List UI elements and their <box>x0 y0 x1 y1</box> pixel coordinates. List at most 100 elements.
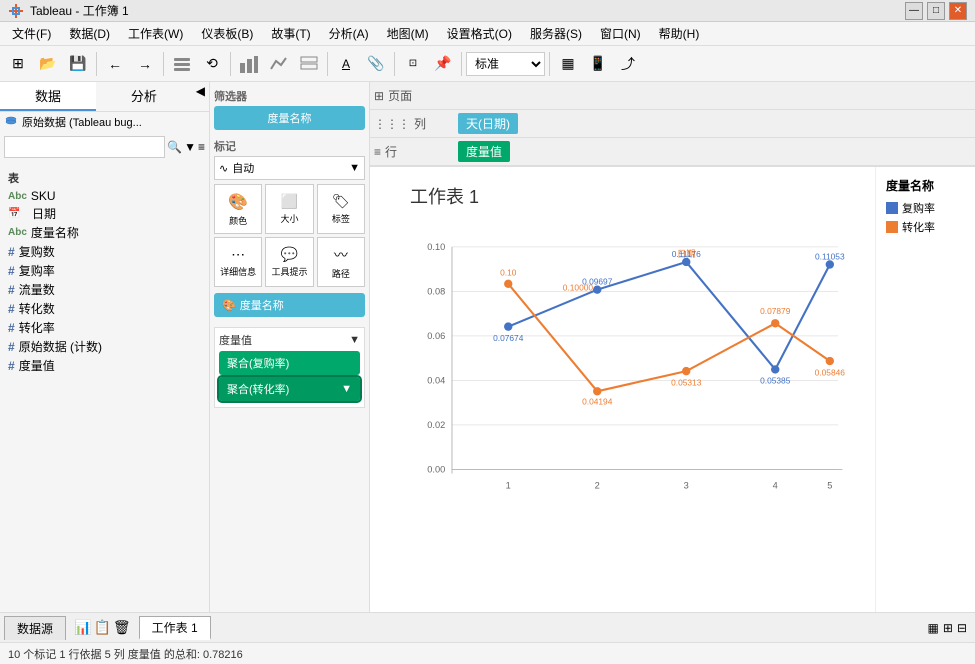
menu-server[interactable]: 服务器(S) <box>522 23 590 44</box>
menu-analysis[interactable]: 分析(A) <box>321 23 377 44</box>
marks-label-btn[interactable]: 🏷 标签 <box>317 184 365 234</box>
point-conversion-3[interactable] <box>682 367 690 375</box>
rows-label-area: ≡ 行 <box>374 143 454 160</box>
bottom-icon-3[interactable]: ⊟ <box>957 621 967 635</box>
tab-worksheet1[interactable]: 工作表 1 <box>139 616 211 640</box>
legend-item-conversion[interactable]: 转化率 <box>886 219 965 235</box>
marks-size-btn[interactable]: ⬜ 大小 <box>265 184 313 234</box>
field-traffic[interactable]: # 流量数 <box>8 280 201 299</box>
field-measure-name[interactable]: Abc 度量名称 <box>8 223 201 242</box>
legend-item-repurchase[interactable]: 复购率 <box>886 200 965 216</box>
degree-chip-repurchase[interactable]: 聚合(复购率) <box>219 351 360 375</box>
filter-section-title: 筛选器 <box>214 88 365 104</box>
point-repurchase-1[interactable] <box>504 322 512 330</box>
device-btn[interactable]: 📱 <box>584 50 612 78</box>
menu-story[interactable]: 故事(T) <box>263 23 318 44</box>
marks-color-btn[interactable]: 🎨 颜色 <box>214 184 262 234</box>
svg-text:0.02: 0.02 <box>427 420 445 430</box>
minimize-button[interactable]: — <box>905 2 923 20</box>
point-conversion-2[interactable] <box>593 387 601 395</box>
field-sku[interactable]: Abc SKU <box>8 188 201 204</box>
pin-button[interactable]: 📌 <box>429 50 457 78</box>
search-area: 🔍 ▼ ≡ <box>0 132 209 162</box>
bottom-icon-1[interactable]: ▦ <box>928 621 939 635</box>
fit-button[interactable]: ⊡ <box>399 50 427 78</box>
menu-data[interactable]: 数据(D) <box>61 23 118 44</box>
filter-chip-measure-name[interactable]: 度量名称 <box>214 106 365 130</box>
chart-container: 工作表 1 0.10 0.08 0. <box>370 167 975 612</box>
marks-path-btn[interactable]: 〰 路径 <box>317 237 365 287</box>
rows-chip[interactable]: 度量值 <box>458 141 510 162</box>
field-label: 转化数 <box>19 300 55 317</box>
degree-chip-conversion[interactable]: 聚合(转化率) ▼ <box>219 377 360 401</box>
point-repurchase-2[interactable] <box>593 285 601 293</box>
marks-tooltip-btn[interactable]: 💬 工具提示 <box>265 237 313 287</box>
columns-chip[interactable]: 天(日期) <box>458 113 518 134</box>
field-raw-count[interactable]: # 原始数据 (计数) <box>8 337 201 356</box>
point-conversion-4[interactable] <box>771 319 779 327</box>
window-controls: — □ ✕ <box>905 2 967 20</box>
back-button[interactable]: ← <box>101 50 129 78</box>
share-btn[interactable]: ⤴ <box>614 50 642 78</box>
duplicate-sheet-icon[interactable]: 📋 <box>93 619 110 636</box>
close-button[interactable]: ✕ <box>949 2 967 20</box>
degree-expand-icon[interactable]: ▼ <box>349 334 360 346</box>
svg-text:1: 1 <box>506 481 511 491</box>
menu-file[interactable]: 文件(F) <box>4 23 59 44</box>
menu-worksheet[interactable]: 工作表(W) <box>120 23 191 44</box>
restore-button[interactable]: □ <box>927 2 945 20</box>
highlight-button[interactable]: A <box>332 50 360 78</box>
tab-data[interactable]: 数据 <box>0 82 96 111</box>
open-button[interactable]: 📂 <box>34 50 62 78</box>
field-measure-value[interactable]: # 度量值 <box>8 356 201 375</box>
delete-sheet-icon[interactable]: 🗑 <box>113 619 131 636</box>
menu-map[interactable]: 地图(M) <box>379 23 437 44</box>
tab-analysis[interactable]: 分析 <box>96 82 192 111</box>
path-label: 路径 <box>332 267 350 280</box>
datasource-tab-label: 数据源 <box>17 620 53 637</box>
legend-color-repurchase <box>886 202 898 214</box>
point-conversion-1[interactable] <box>504 280 512 288</box>
tab-datasource[interactable]: 数据源 <box>4 616 66 640</box>
point-repurchase-4[interactable] <box>771 365 779 373</box>
point-repurchase-3[interactable] <box>682 258 690 266</box>
field-conversion-rate[interactable]: # 转化率 <box>8 318 201 337</box>
filter-icon[interactable]: ▼ <box>184 140 196 154</box>
marks-detail-btn[interactable]: ⋯ 详细信息 <box>214 237 262 287</box>
dashboard-btn[interactable]: ▦ <box>554 50 582 78</box>
menu-window[interactable]: 窗口(N) <box>592 23 649 44</box>
collapse-left-btn[interactable]: ◀ <box>192 82 209 111</box>
forward-button[interactable]: → <box>131 50 159 78</box>
format-button[interactable]: 📎 <box>362 50 390 78</box>
table-button[interactable] <box>295 50 323 78</box>
menu-help[interactable]: 帮助(H) <box>651 23 708 44</box>
field-repurchase-count[interactable]: # 复购数 <box>8 242 201 261</box>
layout-icon[interactable]: ≡ <box>198 140 205 154</box>
menu-format[interactable]: 设置格式(O) <box>439 23 520 44</box>
show-me-button[interactable] <box>265 50 293 78</box>
new-button[interactable]: ⊞ <box>4 50 32 78</box>
view-dropdown[interactable]: 标准 整个视图 <box>466 52 545 76</box>
marks-type-dropdown[interactable]: ∿ 自动 ▼ <box>214 156 365 180</box>
bar-chart-button[interactable] <box>235 50 263 78</box>
field-label: 复购率 <box>19 262 55 279</box>
field-date[interactable]: 📅 日期 <box>8 204 201 223</box>
field-repurchase-rate[interactable]: # 复购率 <box>8 261 201 280</box>
datasource-button[interactable] <box>168 50 196 78</box>
field-conversion-count[interactable]: # 转化数 <box>8 299 201 318</box>
marks-measure-chip[interactable]: 🎨 度量名称 <box>214 293 365 317</box>
columns-shelf-row: ⋮⋮⋮ 列 天(日期) <box>370 110 975 138</box>
connect-button[interactable]: ⟲ <box>198 50 226 78</box>
field-label: 转化率 <box>19 319 55 336</box>
point-repurchase-5[interactable] <box>826 260 834 268</box>
point-conversion-5[interactable] <box>826 357 834 365</box>
legend-title: 度量名称 <box>886 177 965 194</box>
save-button[interactable]: 💾 <box>64 50 92 78</box>
add-sheet-icon[interactable]: 📊 <box>74 619 91 636</box>
svg-text:0.08: 0.08 <box>427 287 445 297</box>
search-input[interactable] <box>4 136 165 158</box>
search-icon[interactable]: 🔍 <box>167 140 182 154</box>
menu-dashboard[interactable]: 仪表板(B) <box>193 23 261 44</box>
field-type-icon: # <box>8 359 15 373</box>
bottom-icon-2[interactable]: ⊞ <box>943 621 953 635</box>
